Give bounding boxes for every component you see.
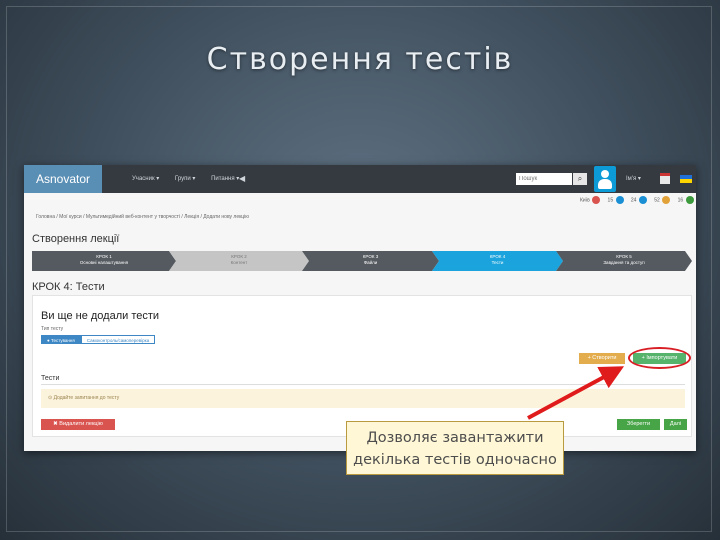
- slide-title: Створення тестів: [206, 42, 514, 77]
- test-type-toggle: ● Тестування Самоконтроль/самоперевірка: [41, 335, 156, 344]
- red-dot-icon: [592, 196, 601, 204]
- highlight-ellipse: [628, 347, 691, 369]
- green-dot-icon: [685, 196, 694, 204]
- orange-dot-icon: [662, 196, 671, 204]
- avatar[interactable]: [594, 166, 616, 192]
- nav-questions[interactable]: Питання ▾: [211, 176, 239, 182]
- callout-box: Дозволяє завантажити декілька тестів одн…: [346, 421, 564, 475]
- app-logo[interactable]: Asnovator: [24, 165, 102, 193]
- divider: [41, 384, 685, 385]
- nav-participants[interactable]: Учасник ▾: [132, 176, 159, 182]
- calendar-icon[interactable]: [660, 173, 670, 184]
- tests-section-label: Тести: [41, 375, 60, 382]
- step-2[interactable]: КРОК 2 Контент: [169, 251, 309, 271]
- next-button[interactable]: Далі: [664, 419, 687, 430]
- user-menu[interactable]: Ім'я ▾: [626, 175, 641, 182]
- step-subtitle: Основні налаштування: [79, 260, 129, 265]
- search-icon[interactable]: ⌕: [573, 173, 587, 185]
- top-navbar: Asnovator Учасник ▾ Групи ▾ Питання ▾ ◀ …: [24, 165, 696, 193]
- breadcrumb[interactable]: Головна / Мої курси / Мультимедійний веб…: [36, 214, 249, 220]
- step-4[interactable]: КРОК 4 Тести: [432, 251, 563, 271]
- page-title: Створення лекції: [32, 233, 120, 245]
- delete-lecture-button[interactable]: ✖ Видалити лекцію: [41, 419, 115, 430]
- save-button[interactable]: Зберегти: [617, 419, 660, 430]
- main-nav: Учасник ▾ Групи ▾ Питання ▾: [132, 175, 253, 182]
- nav-groups[interactable]: Групи ▾: [175, 176, 195, 182]
- blue-dot-icon: [615, 196, 624, 204]
- step-1[interactable]: КРОК 1 Основні налаштування: [32, 251, 176, 271]
- test-type-selfcheck[interactable]: Самоконтроль/самоперевірка: [80, 335, 156, 344]
- step-3[interactable]: КРОК 3 Файли: [302, 251, 439, 271]
- empty-state-title: Ви ще не додали тести: [41, 310, 160, 322]
- counter-item[interactable]: Київ: [580, 196, 601, 204]
- blue-dot-icon: [638, 196, 647, 204]
- callout-line-2: декілька тестів одночасно: [353, 452, 557, 468]
- step-5[interactable]: КРОК 5 Завдання та доступ: [556, 251, 692, 271]
- wizard-steps: КРОК 1 Основні налаштування КРОК 2 Конте…: [32, 251, 692, 271]
- counter-item[interactable]: 52: [654, 196, 671, 204]
- step-heading: КРОК 4: Тести: [32, 281, 105, 293]
- callout-line-1: Дозволяє завантажити: [366, 430, 544, 446]
- test-type-testing[interactable]: ● Тестування: [41, 335, 81, 344]
- counter-item[interactable]: 24: [631, 196, 647, 204]
- test-type-label: Тип тесту: [41, 326, 64, 332]
- create-test-button[interactable]: + Створити: [579, 353, 625, 364]
- step-subtitle: Тести: [491, 260, 504, 265]
- counter-item[interactable]: 16: [678, 196, 694, 204]
- search-input[interactable]: [516, 173, 572, 185]
- step-subtitle: Файли: [363, 260, 378, 265]
- status-counters: Київ 15 24 52 16: [574, 196, 694, 204]
- tests-panel: Ви ще не додали тести Тип тесту ● Тестув…: [32, 295, 692, 437]
- no-tests-warning: ⊙ Додайте запитання до тесту: [41, 389, 685, 408]
- step-subtitle: Завдання та доступ: [603, 260, 645, 265]
- app-screenshot: Asnovator Учасник ▾ Групи ▾ Питання ▾ ◀ …: [24, 165, 696, 451]
- counter-item[interactable]: 15: [608, 196, 624, 204]
- step-subtitle: Контент: [230, 260, 248, 265]
- collapse-icon[interactable]: ◀: [239, 174, 245, 183]
- ukraine-flag-icon[interactable]: [680, 175, 692, 183]
